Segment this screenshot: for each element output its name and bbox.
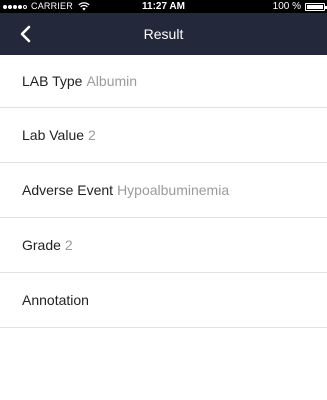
navigation-bar: Result	[0, 13, 327, 55]
list-item-lab-value: Lab Value 2	[0, 108, 327, 163]
field-value: Albumin	[86, 73, 138, 89]
status-bar: CARRIER 11:27 AM 100 %	[0, 0, 327, 13]
list-item-grade: Grade 2	[0, 218, 327, 273]
field-value: 2	[88, 127, 96, 143]
field-label: LAB Type	[22, 73, 83, 89]
list-item-lab-type: LAB Type Albumin	[0, 55, 327, 108]
field-value: 2	[64, 237, 73, 253]
field-label: Grade	[22, 237, 61, 253]
result-list: LAB Type Albumin Lab Value 2 Adverse Eve…	[0, 55, 327, 328]
page-title: Result	[143, 26, 184, 42]
status-right: 100 %	[272, 0, 327, 13]
field-value: Hypoalbuminemia	[117, 182, 230, 198]
field-label: Adverse Event	[22, 182, 114, 198]
list-item-adverse-event: Adverse Event Hypoalbuminemia	[0, 163, 327, 218]
field-label: Lab Value	[22, 127, 85, 143]
battery-icon	[305, 2, 327, 11]
list-item-annotation: Annotation	[0, 273, 327, 328]
field-label: Annotation	[22, 292, 89, 308]
battery-percentage: 100 %	[272, 1, 301, 12]
battery-fill	[307, 4, 323, 9]
screen: CARRIER 11:27 AM 100 % Result LAB Type A…	[0, 0, 327, 400]
